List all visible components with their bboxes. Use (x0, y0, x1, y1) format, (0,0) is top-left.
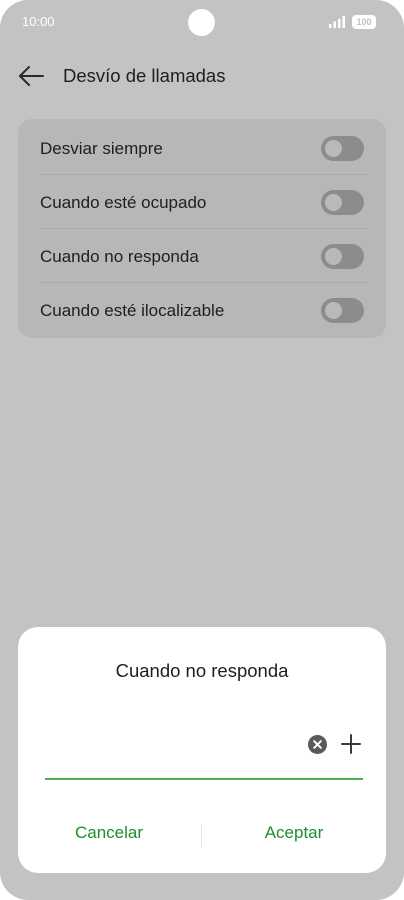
dialog-title: Cuando no responda (115, 660, 289, 681)
toggle-knob (325, 302, 342, 319)
setting-label: Desviar siempre (40, 139, 163, 158)
toggle-switch[interactable] (321, 136, 364, 161)
toggle-switch[interactable] (321, 244, 364, 269)
clear-circle-icon (313, 740, 322, 749)
call-forwarding-options: Desviar siempre Cuando esté ocupado Cuan… (18, 119, 386, 338)
status-time: 10:00 (22, 14, 55, 29)
back-button[interactable] (16, 62, 48, 90)
signal-icon (329, 16, 345, 28)
battery-icon: 100 (352, 15, 376, 29)
toggle-knob (325, 248, 342, 265)
phone-number-input[interactable] (45, 723, 299, 761)
input-underline (45, 778, 363, 780)
app-header: Desvío de llamadas (0, 56, 404, 96)
toggle-switch[interactable] (321, 298, 364, 323)
setting-row-always-forward[interactable]: Desviar siempre (18, 121, 386, 175)
setting-row-when-busy[interactable]: Cuando esté ocupado (18, 175, 386, 229)
status-bar: 10:00 100 (0, 0, 404, 44)
setting-row-unreachable[interactable]: Cuando esté ilocalizable (18, 283, 386, 337)
front-camera (188, 9, 215, 36)
arrow-left-icon (19, 66, 44, 86)
page-title: Desvío de llamadas (63, 65, 226, 86)
toggle-switch[interactable] (321, 190, 364, 215)
add-contact-button[interactable] (340, 733, 362, 755)
toggle-knob (325, 140, 342, 157)
setting-label: Cuando esté ilocalizable (40, 301, 225, 320)
setting-label: Cuando esté ocupado (40, 193, 207, 212)
clear-button[interactable] (308, 735, 327, 754)
forward-number-dialog: Cuando no responda Cancelar Aceptar (18, 627, 386, 873)
setting-row-no-answer[interactable]: Cuando no responda (18, 229, 386, 283)
accept-button[interactable]: Aceptar (219, 823, 369, 843)
plus-icon (341, 734, 361, 754)
cancel-button[interactable]: Cancelar (34, 823, 184, 843)
phone-screen: 10:00 100 Desvío de llamadas Desviar sie… (0, 0, 404, 900)
setting-label: Cuando no responda (40, 247, 199, 266)
toggle-knob (325, 194, 342, 211)
button-divider (201, 824, 202, 848)
